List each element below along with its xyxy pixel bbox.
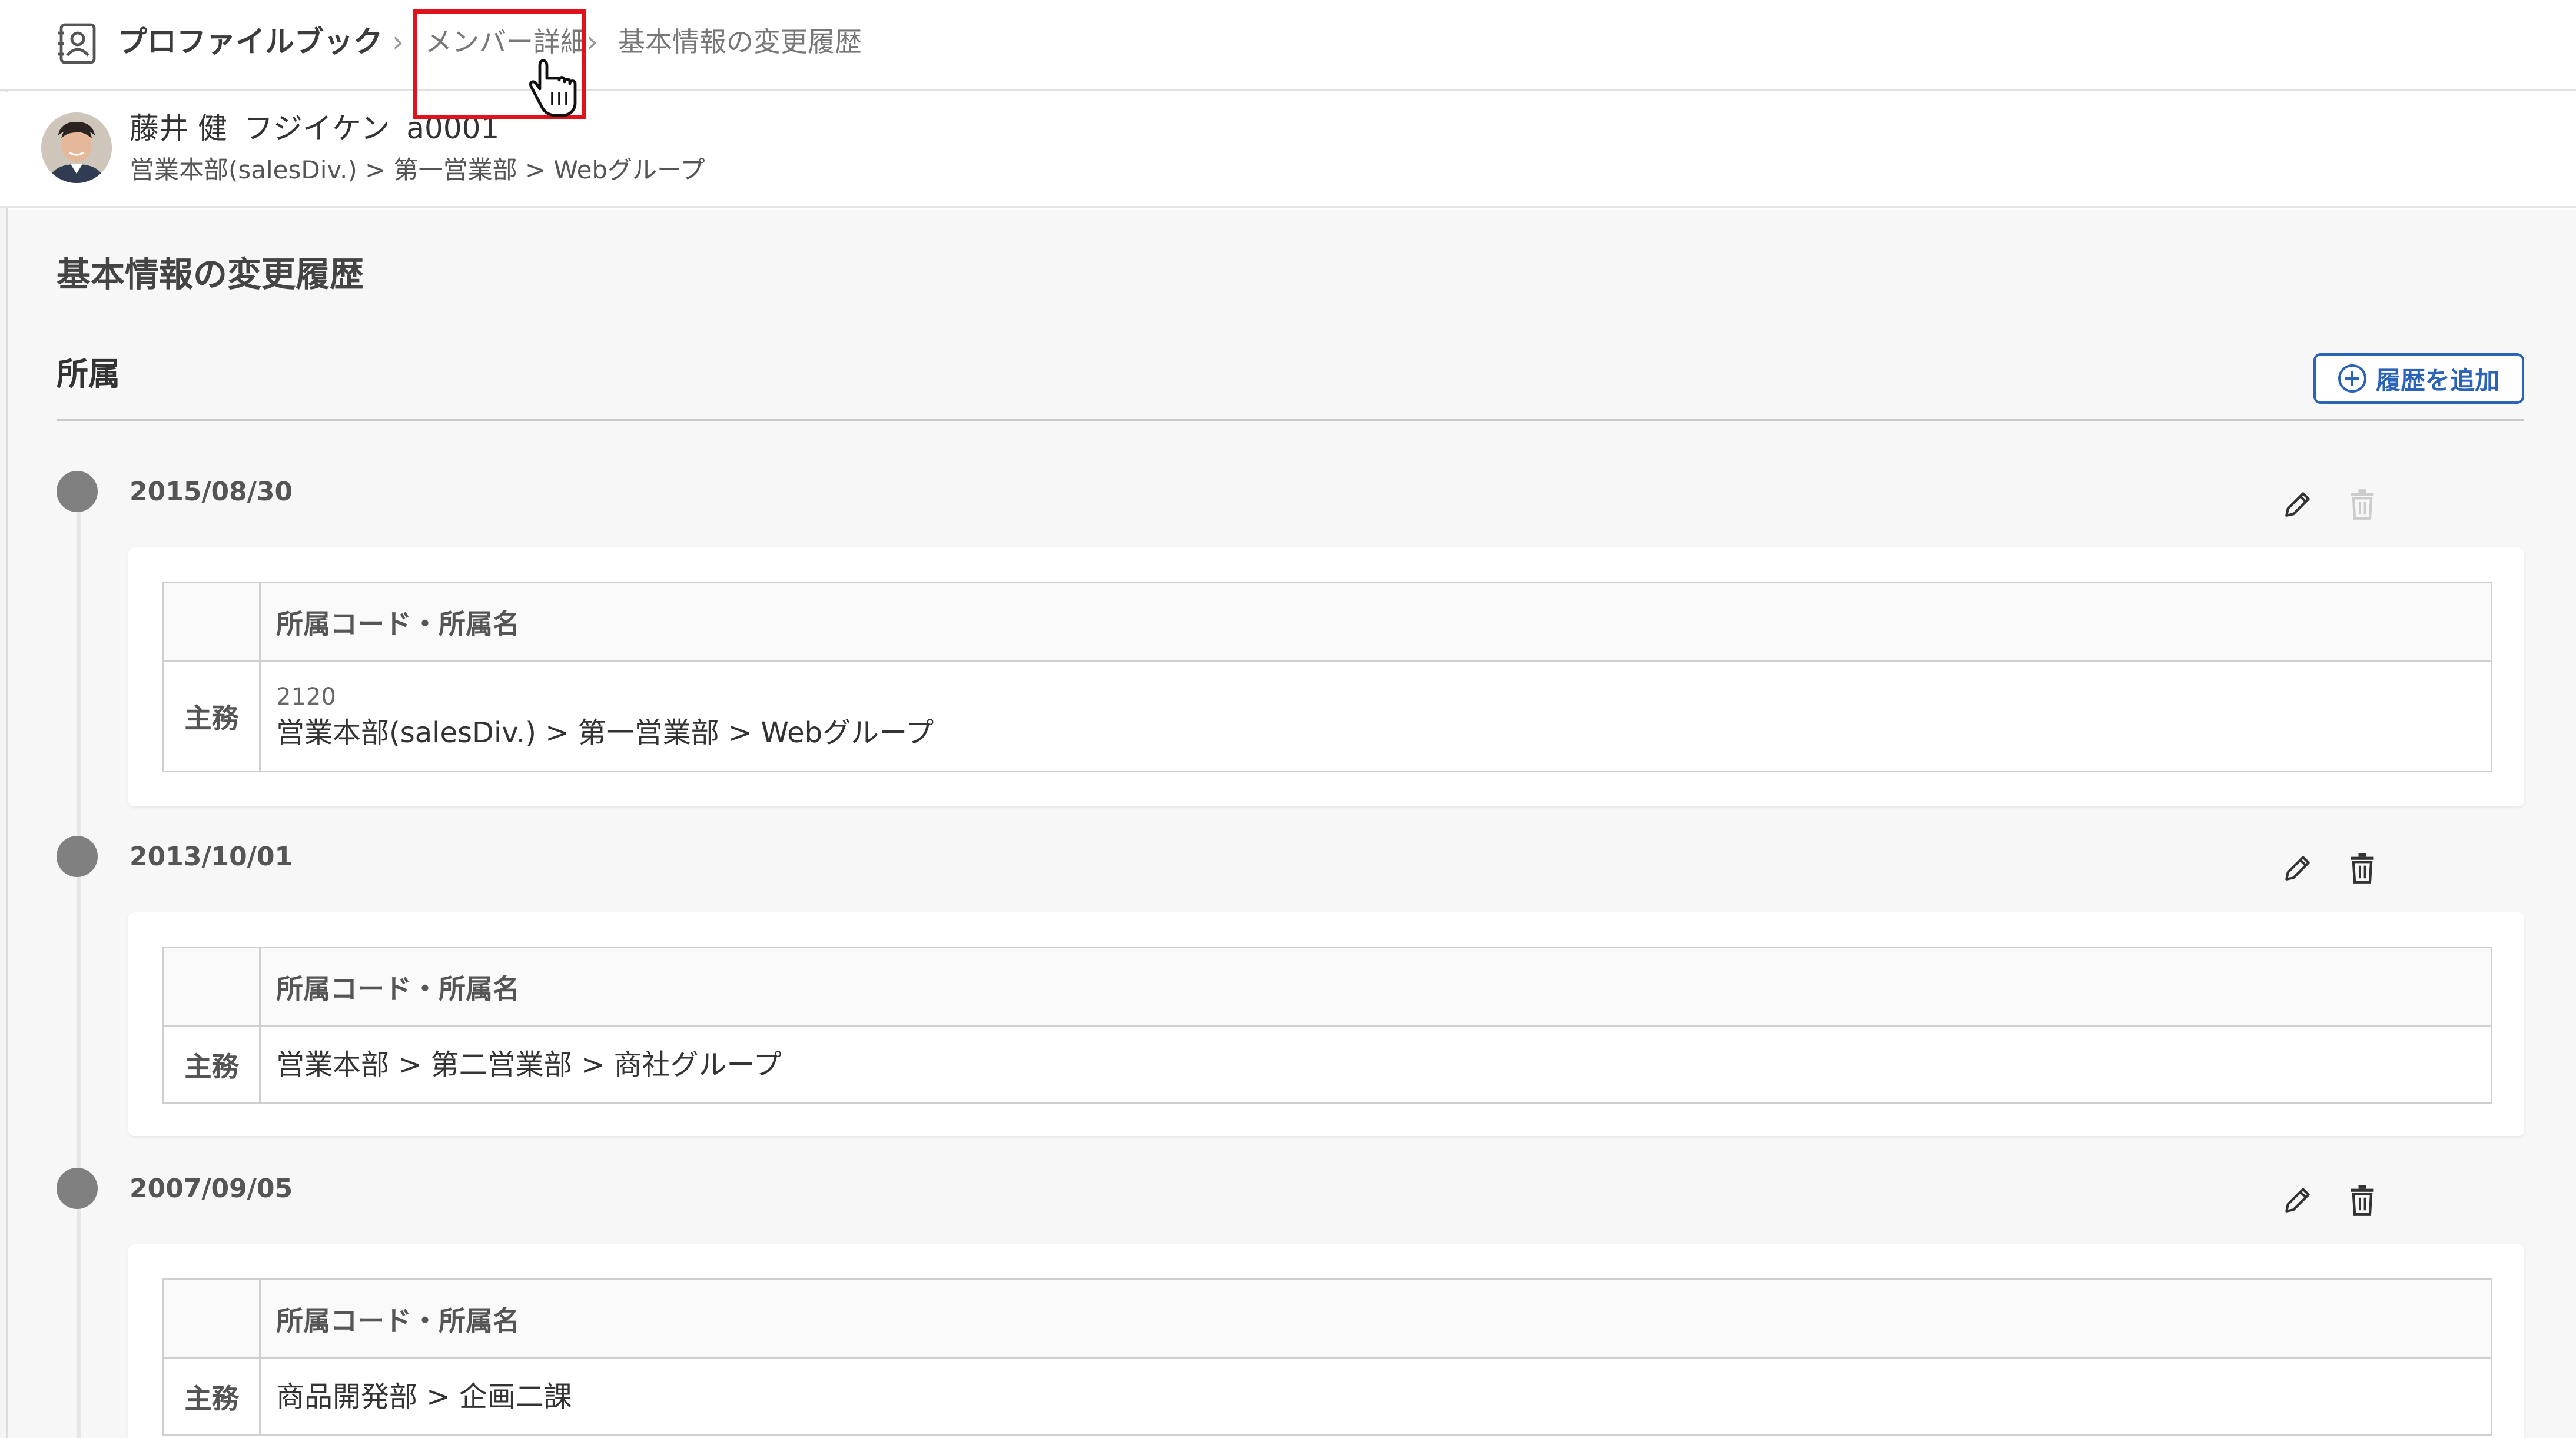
profile-book-icon bbox=[58, 23, 96, 64]
pencil-icon bbox=[2285, 492, 2310, 517]
member-header: 藤井 健フジイケン a0001 営業本部(salesDiv.) > 第一営業部 >… bbox=[0, 92, 2576, 208]
trash-icon bbox=[2351, 489, 2374, 520]
table-header-row: 所属コード・所属名 bbox=[164, 1280, 2491, 1359]
pencil-icon bbox=[2285, 856, 2310, 881]
history-card: 所属コード・所属名 主務 商品開発部 > 企画二課 bbox=[128, 1244, 2524, 1438]
history-card: 所属コード・所属名 主務 営業本部 > 第二営業部 > 商社グループ bbox=[128, 912, 2524, 1136]
table-header-org: 所属コード・所属名 bbox=[276, 1304, 520, 1337]
table-header-row: 所属コード・所属名 bbox=[164, 948, 2491, 1027]
hand-cursor-icon bbox=[529, 59, 577, 117]
edit-button[interactable] bbox=[2277, 484, 2318, 525]
left-edge-strip bbox=[0, 0, 8, 1438]
timeline-dot bbox=[57, 836, 98, 877]
role-label: 主務 bbox=[184, 1383, 239, 1414]
table-row: 主務 営業本部 > 第二営業部 > 商社グループ bbox=[164, 1027, 2491, 1102]
breadcrumb-separator: › bbox=[586, 25, 598, 59]
org-name: 営業本部(salesDiv.) > 第一営業部 > Webグループ bbox=[276, 716, 934, 749]
table-header-org: 所属コード・所属名 bbox=[276, 972, 520, 1005]
breadcrumb-separator: › bbox=[392, 25, 404, 59]
org-table: 所属コード・所属名 主務 営業本部 > 第二営業部 > 商社グループ bbox=[162, 947, 2492, 1104]
section-divider bbox=[57, 419, 2524, 421]
main-content: 基本情報の変更履歴 所属 履歴を追加 2015/08/30 所属コード・所属名 … bbox=[8, 210, 2576, 1438]
trash-icon bbox=[2351, 853, 2374, 884]
org-name: 商品開発部 > 企画二課 bbox=[276, 1380, 572, 1413]
add-history-button-label: 履歴を追加 bbox=[2375, 366, 2499, 395]
table-header-org: 所属コード・所属名 bbox=[276, 607, 520, 640]
org-name: 営業本部 > 第二営業部 > 商社グループ bbox=[276, 1048, 782, 1081]
breadcrumb-bar: プロファイルブック › メンバー詳細 › 基本情報の変更履歴 bbox=[0, 0, 2576, 91]
add-history-button[interactable]: 履歴を追加 bbox=[2313, 353, 2524, 404]
table-row: 主務 2120 営業本部(salesDiv.) > 第一営業部 > Webグルー… bbox=[164, 662, 2491, 771]
edit-button[interactable] bbox=[2277, 848, 2318, 889]
member-kana: フジイケン bbox=[243, 111, 390, 145]
member-name: 藤井 健 bbox=[130, 111, 227, 145]
delete-button[interactable] bbox=[2342, 848, 2383, 889]
section-title: 所属 bbox=[57, 356, 120, 393]
delete-button-disabled bbox=[2342, 484, 2383, 525]
breadcrumb-current: 基本情報の変更履歴 bbox=[618, 26, 862, 58]
table-row: 主務 商品開発部 > 企画二課 bbox=[164, 1359, 2491, 1434]
role-label: 主務 bbox=[184, 1051, 239, 1082]
entry-date: 2013/10/01 bbox=[130, 842, 293, 872]
role-label: 主務 bbox=[184, 702, 239, 734]
timeline-dot bbox=[57, 471, 98, 512]
pencil-icon bbox=[2285, 1188, 2310, 1213]
org-table: 所属コード・所属名 主務 商品開発部 > 企画二課 bbox=[162, 1278, 2492, 1436]
table-header-row: 所属コード・所属名 bbox=[164, 583, 2491, 662]
edit-button[interactable] bbox=[2277, 1180, 2318, 1221]
timeline-line bbox=[77, 492, 81, 1438]
member-org-path: 営業本部(salesDiv.) > 第一営業部 > Webグループ bbox=[130, 155, 705, 184]
add-circle-icon bbox=[2338, 364, 2366, 393]
breadcrumb-app-name[interactable]: プロファイルブック bbox=[118, 21, 383, 62]
entry-date: 2015/08/30 bbox=[130, 477, 293, 507]
page-title: 基本情報の変更履歴 bbox=[57, 254, 364, 294]
avatar bbox=[41, 112, 112, 183]
org-table: 所属コード・所属名 主務 2120 営業本部(salesDiv.) > 第一営業… bbox=[162, 582, 2492, 772]
entry-date: 2007/09/05 bbox=[130, 1174, 293, 1204]
trash-icon bbox=[2351, 1185, 2374, 1216]
delete-button[interactable] bbox=[2342, 1180, 2383, 1221]
history-card: 所属コード・所属名 主務 2120 営業本部(salesDiv.) > 第一営業… bbox=[128, 547, 2524, 806]
timeline-dot bbox=[57, 1168, 98, 1209]
org-code: 2120 bbox=[276, 683, 336, 710]
